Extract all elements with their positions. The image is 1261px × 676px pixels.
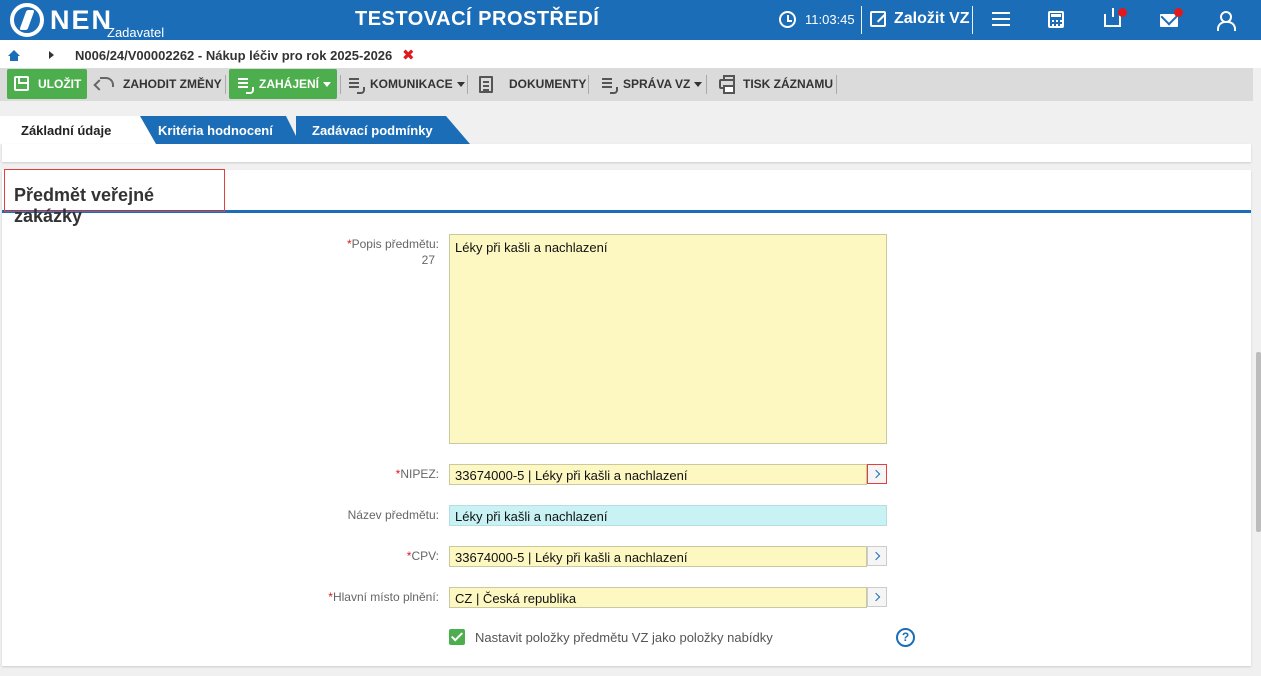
workflow-icon: [349, 78, 365, 94]
close-icon[interactable]: ✖: [402, 46, 415, 64]
save-button-label: ULOŽIT: [38, 77, 82, 91]
environment-title: TESTOVACÍ PROSTŘEDÍ: [355, 8, 600, 30]
save-icon: [14, 76, 29, 91]
print-record-button[interactable]: TISK ZÁZNAMU: [743, 69, 833, 99]
chevron-down-icon: [694, 81, 703, 87]
communication-label: KOMUNIKACE: [370, 77, 453, 91]
chevron-down-icon: [323, 81, 332, 87]
help-icon[interactable]: ?: [896, 628, 915, 647]
tab-edge: [446, 116, 470, 144]
description-label: *Popis předmětu:: [239, 237, 439, 251]
tab-label: Základní údaje: [21, 122, 112, 138]
mail-notification-dot: [1174, 8, 1183, 17]
tab-tender-conditions[interactable]: Zadávací podmínky: [296, 116, 446, 144]
nipez-picker-button[interactable]: [867, 464, 887, 484]
scrollbar-thumb[interactable]: [1256, 352, 1261, 532]
section-title: Předmět veřejné zakázky: [4, 169, 225, 226]
workflow-icon: [238, 78, 254, 94]
collapsed-section: [2, 144, 1251, 162]
toolbar-divider: [225, 75, 226, 94]
header-divider: [861, 6, 862, 34]
nipez-input[interactable]: 33674000-5 | Léky při kašli a nachlazení: [449, 464, 867, 485]
description-char-counter: 27: [421, 253, 435, 267]
toolbar-divider: [467, 75, 468, 94]
user-icon[interactable]: [1217, 11, 1236, 31]
tab-basic-data[interactable]: Základní údaje: [0, 116, 140, 144]
subject-name-field: Léky při kašli a nachlazení: [449, 505, 887, 526]
discard-changes-button[interactable]: ZAHODIT ZMĚNY: [123, 69, 222, 99]
edit-icon[interactable]: [870, 11, 886, 27]
documents-label: DOKUMENTY: [509, 77, 587, 91]
management-label: SPRÁVA VZ: [623, 77, 691, 91]
brand-name: NEN: [50, 5, 114, 35]
toolbar-divider: [588, 75, 589, 94]
inbox-icon[interactable]: [1104, 8, 1121, 27]
management-dropdown-button[interactable]: SPRÁVA VZ: [623, 69, 703, 99]
header-divider: [972, 6, 973, 34]
inbox-notification-dot: [1118, 8, 1127, 17]
calculator-icon[interactable]: [1048, 11, 1064, 28]
breadcrumb-record[interactable]: N006/24/V00002262 - Nákup léčiv pro rok …: [75, 48, 392, 63]
label-text: CPV:: [411, 549, 439, 563]
printer-icon: [719, 75, 735, 94]
home-icon[interactable]: [8, 50, 20, 61]
tab-label: Zadávací podmínky: [312, 122, 433, 138]
place-picker-button[interactable]: [867, 587, 887, 607]
description-textarea[interactable]: Léky při kašli a nachlazení: [449, 234, 887, 444]
discard-label: ZAHODIT ZMĚNY: [123, 77, 222, 91]
document-icon: [479, 76, 493, 93]
communication-dropdown-button[interactable]: KOMUNIKACE: [370, 69, 465, 99]
chevron-right-icon: [49, 51, 54, 59]
label-text: Popis předmětu:: [351, 237, 439, 251]
nipez-label: *NIPEZ:: [239, 467, 439, 481]
tab-evaluation-criteria[interactable]: Kritéria hodnocení: [140, 116, 286, 144]
nen-logo[interactable]: [10, 3, 44, 37]
cpv-input[interactable]: 33674000-5 | Léky při kašli a nachlazení: [449, 546, 867, 567]
print-label: TISK ZÁZNAMU: [743, 77, 833, 91]
documents-button[interactable]: DOKUMENTY: [509, 69, 586, 99]
create-vz-button[interactable]: Založit VZ: [894, 10, 970, 28]
cpv-picker-button[interactable]: [867, 546, 887, 566]
place-input[interactable]: CZ | Česká republika: [449, 587, 867, 608]
set-items-checkbox-label[interactable]: Nastavit položky předmětu VZ jako položk…: [475, 630, 773, 645]
label-text: Hlavní místo plnění:: [332, 590, 439, 604]
subject-name-label: Název předmětu:: [239, 508, 439, 522]
label-text: NIPEZ:: [400, 467, 439, 481]
menu-icon[interactable]: [992, 12, 1010, 26]
place-label: *Hlavní místo plnění:: [239, 590, 439, 604]
toolbar-divider: [836, 75, 837, 94]
toolbar-divider: [340, 75, 341, 94]
toolbar-divider: [706, 75, 707, 94]
clock-icon: [779, 11, 796, 28]
tab-edge: [140, 116, 156, 144]
chevron-down-icon: [456, 81, 465, 87]
top-bar: [0, 0, 1261, 40]
session-time: 11:03:45: [805, 12, 855, 27]
start-label: ZAHÁJENÍ: [259, 77, 320, 91]
label-text: Název předmětu:: [347, 508, 439, 522]
set-items-checkbox[interactable]: [449, 629, 465, 645]
tab-label: Kritéria hodnocení: [158, 122, 273, 138]
brand-subtitle: Zadavatel: [107, 25, 165, 40]
workflow-icon: [602, 78, 618, 94]
cpv-label: *CPV:: [239, 549, 439, 563]
